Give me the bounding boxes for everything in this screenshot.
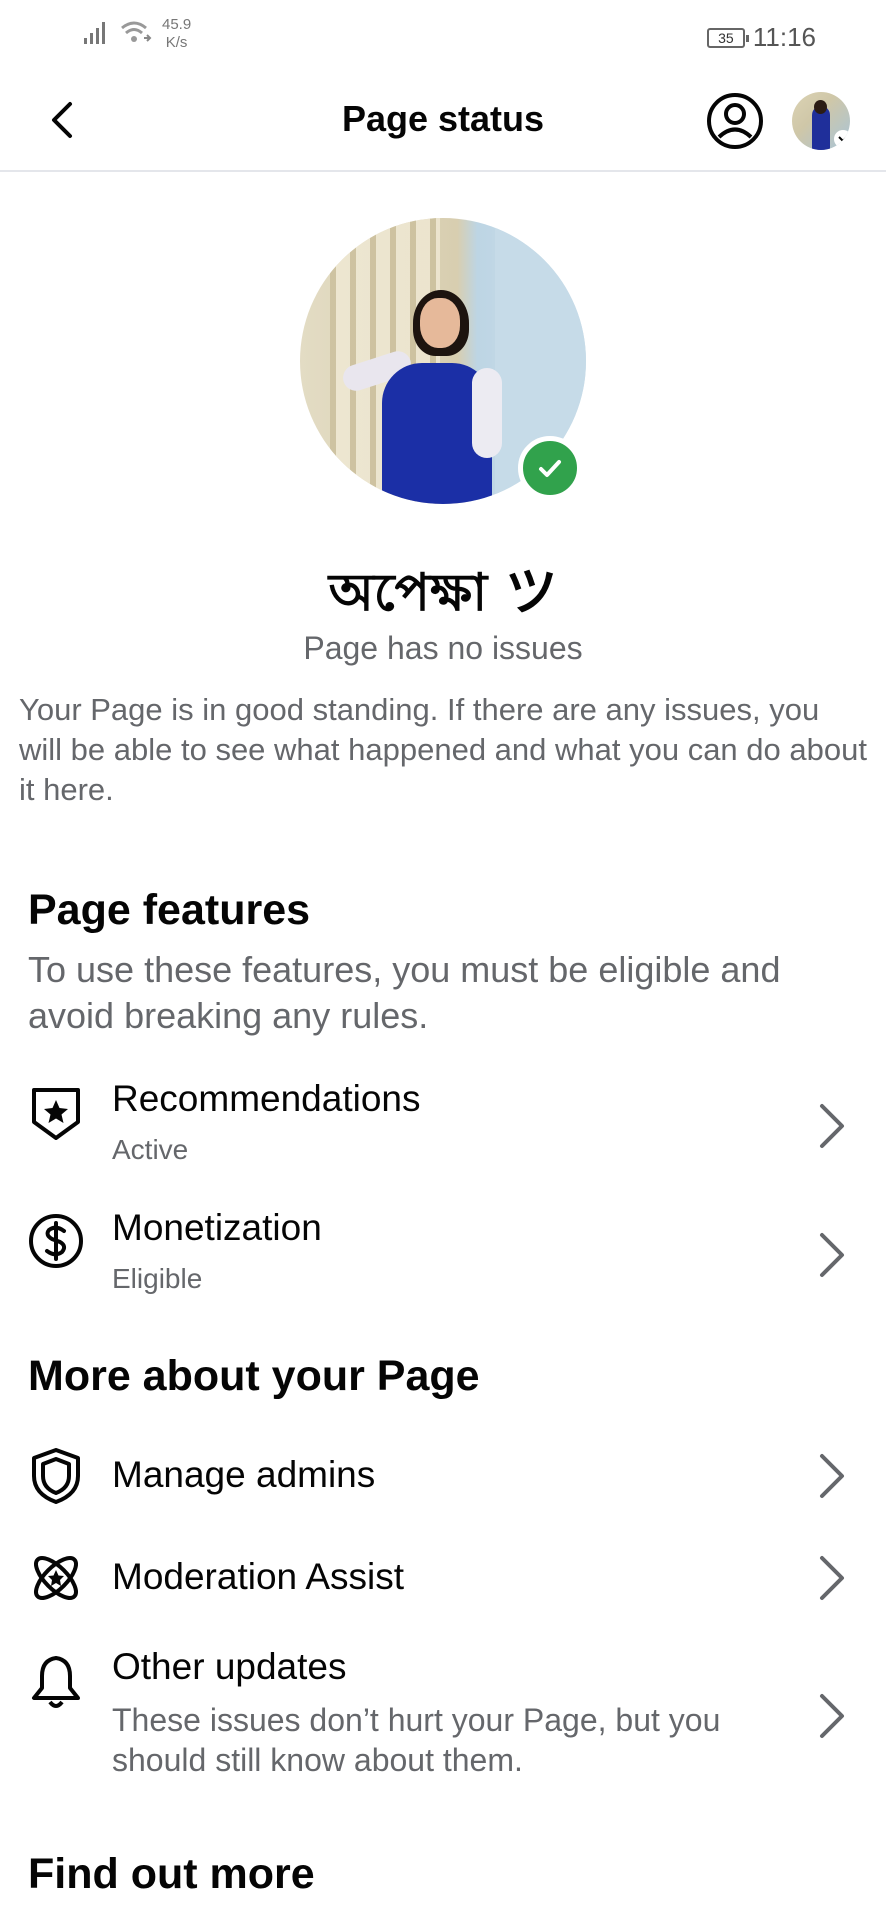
other-updates-label: Other updates <box>112 1646 347 1687</box>
profile-picture-container <box>300 218 586 504</box>
other-updates-row[interactable]: Other updates These issues don’t hurt yo… <box>0 1646 886 1786</box>
moderation-assist-label: Moderation Assist <box>112 1556 405 1597</box>
star-shield-icon <box>32 1088 80 1140</box>
recommendations-row[interactable]: Recommendations Active <box>0 1078 886 1178</box>
check-icon <box>518 436 582 500</box>
more-about-title: More about your Page <box>28 1352 480 1400</box>
shield-icon <box>32 1448 80 1504</box>
page-name: অপেক্ষা ツ <box>328 563 558 623</box>
profile-avatar[interactable] <box>792 92 850 150</box>
chevron-right-icon <box>820 1454 844 1498</box>
find-out-more-title: Find out more <box>28 1850 315 1898</box>
other-updates-description: These issues don’t hurt your Page, but y… <box>112 1702 721 1778</box>
bell-icon <box>32 1656 80 1708</box>
clock: 11:16 <box>752 22 816 52</box>
page-features-title: Page features <box>28 886 311 934</box>
wifi-icon <box>121 21 152 42</box>
chevron-right-icon <box>820 1556 844 1600</box>
recommendations-label: Recommendations <box>112 1078 421 1119</box>
recommendations-status: Active <box>112 1134 189 1165</box>
standing-description: Your Page is in good standing. If there … <box>19 692 867 807</box>
monetization-status: Eligible <box>112 1263 203 1294</box>
chevron-right-icon <box>820 1694 844 1738</box>
moderation-assist-row[interactable]: Moderation Assist <box>0 1548 886 1608</box>
signal-icon <box>84 22 105 44</box>
chevron-right-icon <box>820 1104 844 1148</box>
manage-admins-label: Manage admins <box>112 1454 376 1495</box>
manage-admins-row[interactable]: Manage admins <box>0 1446 886 1506</box>
monetization-label: Monetization <box>112 1207 322 1248</box>
monetization-row[interactable]: Monetization Eligible <box>0 1207 886 1307</box>
top-app-bar: Page status <box>0 70 886 172</box>
chevron-right-icon <box>820 1233 844 1277</box>
page-status-text: Page has no issues <box>303 630 583 666</box>
network-speed: 45.9 K/s <box>162 16 192 51</box>
dollar-circle-icon <box>29 1214 83 1268</box>
chevron-down-icon <box>834 130 850 148</box>
battery-level: 35 <box>718 29 734 46</box>
atom-star-icon <box>34 1556 78 1600</box>
page-features-subtitle: To use these features, you must be eligi… <box>28 949 781 1036</box>
account-circle-icon[interactable] <box>706 92 764 150</box>
battery-icon: 35 <box>706 27 749 48</box>
status-bar: 45.9 K/s 35 11:16 <box>0 0 886 70</box>
